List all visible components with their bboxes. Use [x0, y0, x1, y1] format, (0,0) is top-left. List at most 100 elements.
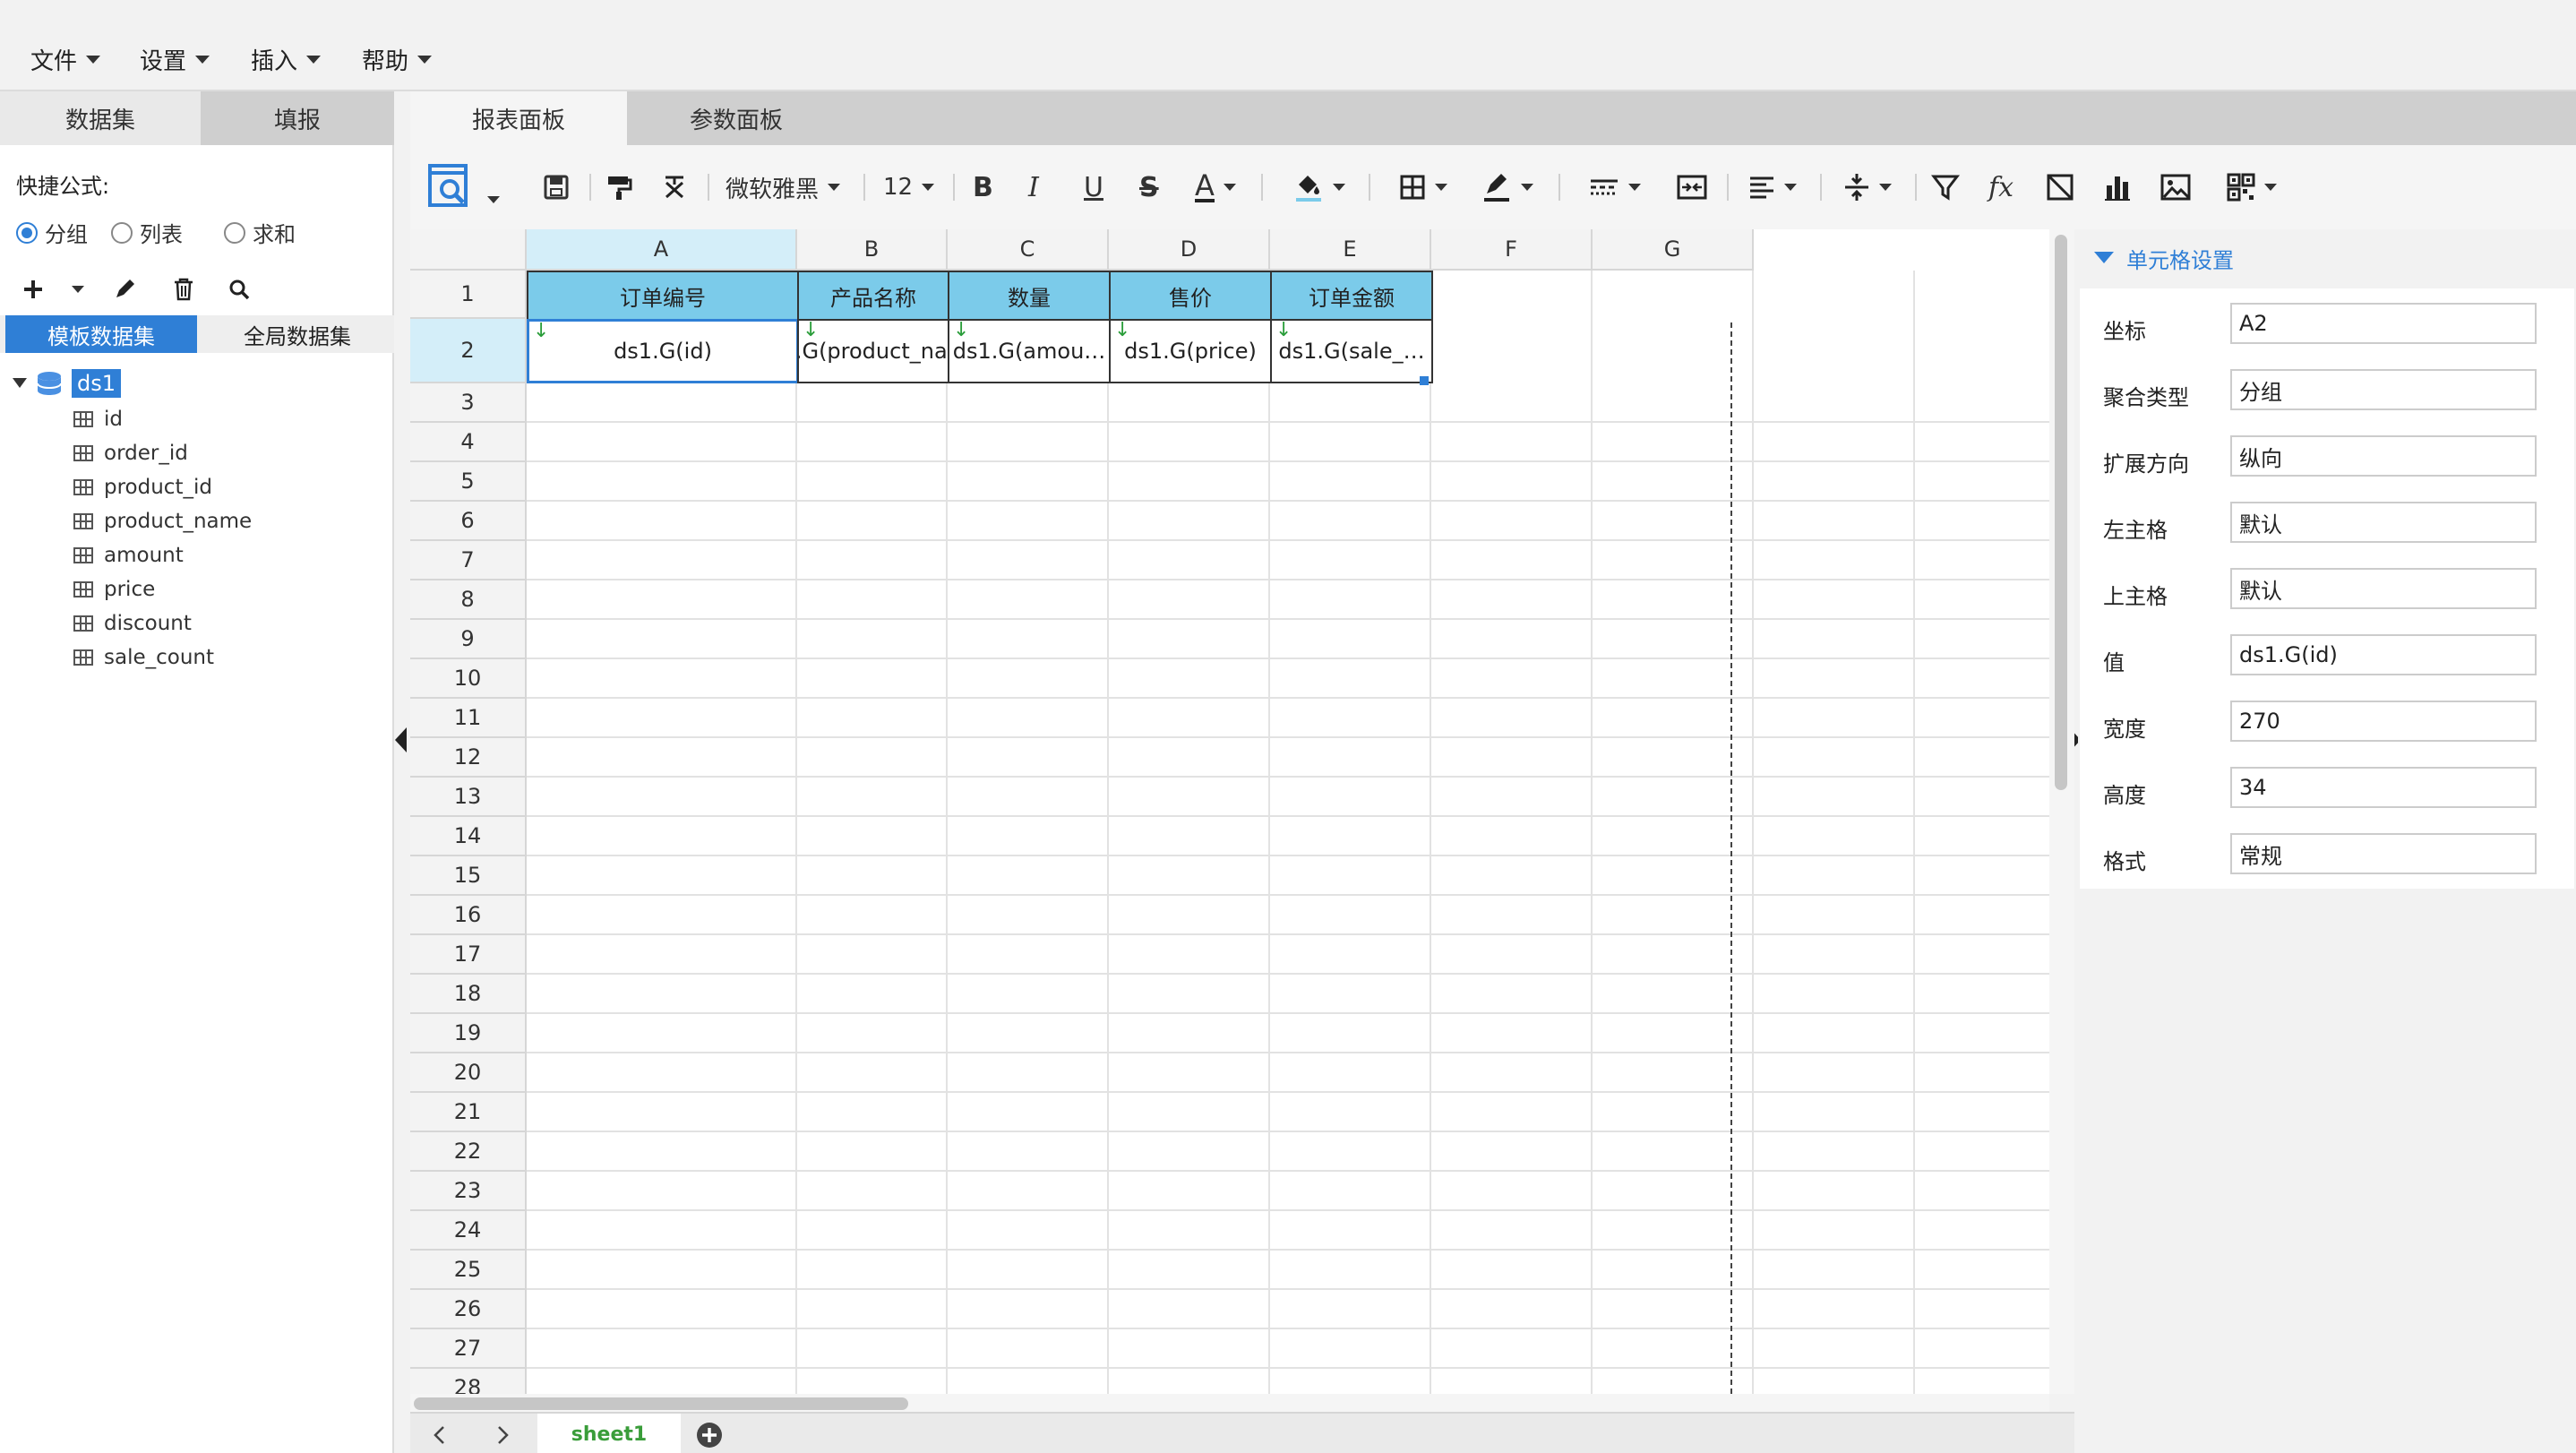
tab-dataset[interactable]: 数据集 [0, 91, 201, 145]
header-cell-price[interactable]: 售价 [1109, 271, 1272, 321]
preview-button[interactable] [428, 164, 500, 210]
row-header[interactable]: 17 [410, 935, 527, 975]
column-header-g[interactable]: G [1593, 229, 1754, 271]
row-header[interactable]: 15 [410, 856, 527, 896]
column-header-e[interactable]: E [1270, 229, 1431, 271]
row-header[interactable]: 24 [410, 1211, 527, 1251]
row-header[interactable]: 27 [410, 1329, 527, 1369]
save-button[interactable] [543, 165, 570, 210]
row-header[interactable]: 3 [410, 383, 527, 423]
chevron-left-icon[interactable] [430, 1424, 450, 1446]
column-header-d[interactable]: D [1109, 229, 1270, 271]
width-field[interactable]: 270 [2230, 701, 2537, 742]
row-header[interactable]: 11 [410, 699, 527, 738]
row-header[interactable]: 10 [410, 659, 527, 699]
column-header-b[interactable]: B [797, 229, 948, 271]
tree-field[interactable]: order_id [73, 437, 188, 469]
tab-param-panel[interactable]: 参数面板 [627, 91, 846, 145]
font-color-button[interactable]: A [1195, 165, 1236, 210]
fill-handle[interactable] [1420, 376, 1429, 385]
row-header[interactable]: 2 [410, 319, 527, 383]
row-header[interactable]: 19 [410, 1014, 527, 1053]
font-size-select[interactable]: 12 [883, 165, 935, 210]
top-parent-field[interactable]: 默认 [2230, 568, 2537, 609]
column-header-f[interactable]: F [1431, 229, 1593, 271]
expand-direction-select[interactable]: 纵向 [2230, 435, 2537, 477]
header-cell-amount[interactable]: 数量 [948, 271, 1111, 321]
data-cell-a2[interactable]: ↓ ds1.G(id) [527, 319, 799, 383]
row-header[interactable]: 28 [410, 1369, 527, 1394]
column-header-c[interactable]: C [948, 229, 1109, 271]
merge-cells-button[interactable] [1677, 165, 1707, 210]
coordinate-field[interactable]: A2 [2230, 303, 2537, 344]
vertical-align-button[interactable] [1843, 165, 1892, 210]
add-dataset-dropdown[interactable] [63, 274, 93, 305]
menu-help[interactable]: 帮助 [362, 43, 433, 76]
radio-dot[interactable] [16, 221, 38, 244]
data-cell-c2[interactable]: ↓ ds1.G(amou… [948, 319, 1111, 383]
tree-field[interactable]: sale_count [73, 641, 214, 674]
row-header[interactable]: 5 [410, 462, 527, 502]
menu-settings[interactable]: 设置 [140, 43, 210, 76]
row-header[interactable]: 25 [410, 1251, 527, 1290]
cell-settings-header[interactable]: 单元格设置 [2078, 233, 2576, 283]
row-header[interactable]: 16 [410, 896, 527, 935]
row-header[interactable]: 1 [410, 271, 527, 319]
tree-field[interactable]: product_name [73, 505, 252, 537]
tree-field[interactable]: product_id [73, 471, 212, 503]
left-parent-field[interactable]: 默认 [2230, 502, 2537, 543]
row-header[interactable]: 18 [410, 975, 527, 1014]
border-button[interactable] [1399, 165, 1447, 210]
tree-field[interactable]: discount [73, 607, 192, 640]
radio-dot[interactable] [224, 221, 245, 244]
row-header[interactable]: 23 [410, 1172, 527, 1211]
header-cell-order-total[interactable]: 订单金额 [1270, 271, 1433, 321]
slash-cell-button[interactable] [2046, 165, 2074, 210]
italic-button[interactable]: I [1028, 165, 1039, 210]
row-header[interactable]: 20 [410, 1053, 527, 1093]
line-style-button[interactable] [1589, 165, 1641, 210]
add-sheet-icon[interactable] [695, 1421, 724, 1449]
spreadsheet-grid[interactable]: A B C D E F G 1 2 3 4 5 6 7 8 9 10 11 12 13 14 15 16 17 1… [410, 229, 2049, 1394]
edit-dataset-button[interactable] [109, 274, 140, 305]
tree-field[interactable]: price [73, 573, 155, 606]
row-header[interactable]: 13 [410, 778, 527, 817]
fill-color-button[interactable] [1293, 165, 1345, 210]
row-header[interactable]: 8 [410, 580, 527, 620]
tab-template-dataset[interactable]: 模板数据集 [5, 315, 197, 353]
search-dataset-button[interactable] [224, 274, 254, 305]
strikethrough-button[interactable]: S [1139, 165, 1159, 210]
caret-down-icon[interactable] [13, 378, 27, 389]
row-header[interactable]: 9 [410, 620, 527, 659]
horizontal-align-button[interactable] [1748, 165, 1797, 210]
row-header[interactable]: 14 [410, 817, 527, 856]
data-cell-e2[interactable]: ↓ ds1.G(sale_… [1270, 319, 1433, 383]
delete-dataset-button[interactable] [168, 274, 199, 305]
sheet-tab-sheet1[interactable]: sheet1 [537, 1414, 681, 1453]
clear-format-button[interactable] [661, 165, 688, 210]
aggregation-type-select[interactable]: 分组 [2230, 369, 2537, 410]
tree-field[interactable]: amount [73, 539, 184, 572]
row-header[interactable]: 4 [410, 423, 527, 462]
bold-button[interactable]: B [973, 165, 993, 210]
data-cell-b2[interactable]: ↓ds1.G(product_name) [797, 319, 949, 383]
vertical-scrollbar[interactable] [2049, 229, 2074, 1394]
row-header[interactable]: 21 [410, 1093, 527, 1132]
add-dataset-button[interactable] [18, 274, 48, 305]
scroll-thumb[interactable] [2055, 235, 2067, 790]
tab-report-panel[interactable]: 报表面板 [410, 91, 627, 145]
underline-button[interactable]: U [1084, 165, 1103, 210]
data-cell-d2[interactable]: ↓ ds1.G(price) [1109, 319, 1272, 383]
scroll-thumb[interactable] [414, 1397, 908, 1410]
header-cell-product-name[interactable]: 产品名称 [797, 271, 949, 321]
format-select[interactable]: 常规 [2230, 833, 2537, 874]
radio-dot[interactable] [111, 221, 133, 244]
row-header[interactable]: 7 [410, 541, 527, 580]
format-painter-button[interactable] [605, 165, 632, 210]
tab-fill-report[interactable]: 填报 [201, 91, 394, 145]
insert-chart-button[interactable] [2103, 165, 2132, 210]
qrcode-button[interactable] [2227, 165, 2277, 210]
column-header-a[interactable]: A [527, 229, 797, 271]
formula-button[interactable]: fx [1988, 165, 2014, 210]
row-header[interactable]: 6 [410, 502, 527, 541]
